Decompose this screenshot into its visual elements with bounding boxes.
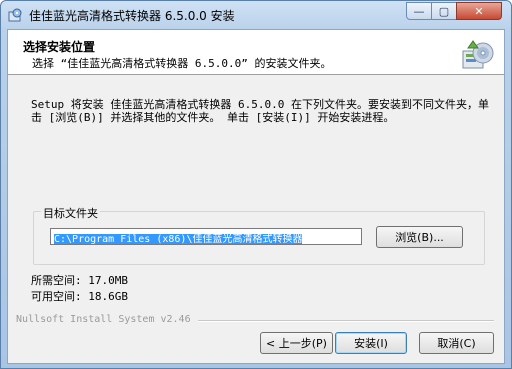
window-title: 佳佳蓝光高清格式转换器 6.5.0.0 安装 [29,9,235,23]
back-button[interactable]: < 上一步(P) [260,332,333,354]
intro-text: Setup 将安装 佳佳蓝光高清格式转换器 6.5.0.0 在下列文件夹。要安装… [31,98,489,124]
page-subtitle: 选择 “佳佳蓝光高清格式转换器 6.5.0.0” 的安装文件夹。 [32,57,332,70]
space-available: 可用空间: 18.6GB [31,290,128,303]
browse-button[interactable]: 浏览(B)... [376,226,463,248]
destination-group-label: 目标文件夹 [41,205,100,221]
cancel-button[interactable]: 取消(C) [419,332,494,354]
nsis-branding: Nullsoft Install System v2.46 [16,314,191,325]
destination-path-input[interactable]: C:\Program Files (x86)\佳佳蓝光高清格式转换器 [50,228,362,245]
page-header: 选择安装位置 选择 “佳佳蓝光高清格式转换器 6.5.0.0” 的安装文件夹。 [8,30,504,75]
install-disc-icon [462,40,494,69]
installer-body: 选择安装位置 选择 “佳佳蓝光高清格式转换器 6.5.0.0” 的安装文件夹。 … [7,29,505,364]
branding-divider [198,320,494,322]
installer-window: 佳佳蓝光高清格式转换器 6.5.0.0 安装 — ▢ ✕ 选择安装位置 选择 “… [0,0,512,369]
space-required: 所需空间: 17.0MB [31,274,128,287]
maximize-button[interactable]: ▢ [431,2,457,20]
title-bar[interactable]: 佳佳蓝光高清格式转换器 6.5.0.0 安装 — ▢ ✕ [1,1,511,29]
page-title: 选择安装位置 [23,40,96,54]
destination-path-value: C:\Program Files (x86)\佳佳蓝光高清格式转换器 [54,234,303,245]
close-button[interactable]: ✕ [456,2,502,20]
minimize-button[interactable]: — [406,2,432,20]
installer-app-icon [8,8,22,22]
install-button[interactable]: 安装(I) [335,332,407,354]
